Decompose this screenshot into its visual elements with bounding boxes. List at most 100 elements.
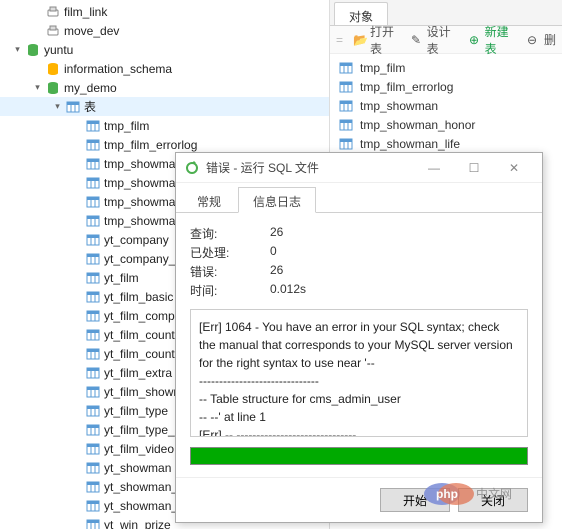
table-icon — [65, 99, 81, 115]
expand-icon[interactable] — [32, 63, 43, 74]
tree-label: move_dev — [64, 24, 119, 38]
error-line: -- --' at line 1 — [199, 408, 519, 426]
list-item[interactable]: tmp_showman_honor — [334, 115, 558, 134]
expand-icon[interactable] — [72, 291, 83, 302]
tree-label: yt_film — [104, 271, 139, 285]
expand-icon[interactable] — [32, 25, 43, 36]
stat-label: 已处理: — [190, 244, 270, 261]
expand-icon[interactable] — [32, 6, 43, 17]
expand-icon[interactable]: ▾ — [32, 82, 43, 93]
tab-general[interactable]: 常规 — [182, 187, 236, 212]
design-table-button[interactable]: ✎设计表 — [411, 23, 459, 57]
stat-label: 错误: — [190, 263, 270, 280]
table-icon — [85, 194, 101, 210]
tree-row[interactable]: ▾ my_demo — [0, 78, 329, 97]
maximize-button[interactable]: ☐ — [454, 154, 494, 182]
table-icon — [85, 479, 101, 495]
list-item-label: tmp_showman_life — [360, 137, 460, 151]
tree-label: yt_showman — [104, 461, 171, 475]
table-icon — [85, 270, 101, 286]
delete-icon: ⊖ — [527, 33, 541, 47]
table-icon — [85, 422, 101, 438]
table-icon — [85, 175, 101, 191]
dialog-title: 错误 - 运行 SQL 文件 — [206, 159, 414, 176]
expand-icon[interactable]: ▾ — [52, 101, 63, 112]
table-icon — [85, 384, 101, 400]
expand-icon[interactable] — [72, 386, 83, 397]
tree-row[interactable]: ▾ yuntu — [0, 40, 329, 59]
expand-icon[interactable] — [72, 519, 83, 529]
list-item-label: tmp_film — [360, 61, 405, 75]
error-line: ------------------------------ — [199, 372, 519, 390]
error-log-box[interactable]: [Err] 1064 - You have an error in your S… — [190, 309, 528, 437]
stat-label: 查询: — [190, 225, 270, 242]
expand-icon[interactable] — [72, 272, 83, 283]
list-item[interactable]: tmp_showman — [334, 96, 558, 115]
error-line: [Err] 1064 - You have an error in your S… — [199, 318, 519, 372]
expand-icon[interactable] — [72, 196, 83, 207]
expand-icon[interactable] — [72, 367, 83, 378]
expand-icon[interactable] — [72, 500, 83, 511]
expand-icon[interactable] — [72, 234, 83, 245]
stat-value: 26 — [270, 225, 528, 242]
table-icon — [85, 289, 101, 305]
watermark: php中文网 — [422, 480, 532, 511]
tree-row[interactable]: film_link — [0, 2, 329, 21]
error-dialog: 错误 - 运行 SQL 文件 — ☐ ✕ 常规 信息日志 查询:26 已处理:0… — [175, 152, 543, 523]
expand-icon[interactable] — [72, 481, 83, 492]
minimize-button[interactable]: — — [414, 154, 454, 182]
expand-icon[interactable] — [72, 158, 83, 169]
expand-icon[interactable] — [72, 253, 83, 264]
table-icon — [338, 60, 354, 76]
stats-grid: 查询:26 已处理:0 错误:26 时间:0.012s — [190, 225, 528, 299]
list-item-label: tmp_showman — [360, 99, 438, 113]
open-table-button[interactable]: 📂打开表 — [353, 23, 401, 57]
tree-row[interactable]: tmp_film — [0, 116, 329, 135]
expand-icon[interactable] — [72, 310, 83, 321]
table-icon — [338, 98, 354, 114]
tree-label: yt_film_basic — [104, 290, 173, 304]
expand-icon[interactable]: ▾ — [12, 44, 23, 55]
progress-bar — [190, 447, 528, 465]
expand-icon[interactable] — [72, 120, 83, 131]
table-icon — [85, 308, 101, 324]
table-icon — [338, 79, 354, 95]
expand-icon[interactable] — [72, 424, 83, 435]
tree-row[interactable]: ▾表 — [0, 97, 329, 116]
error-line: -- Table structure for cms_admin_user — [199, 390, 519, 408]
stat-value: 26 — [270, 263, 528, 280]
expand-icon[interactable] — [72, 462, 83, 473]
expand-icon[interactable] — [72, 405, 83, 416]
delete-table-button[interactable]: ⊖删 — [527, 31, 556, 48]
open-icon: 📂 — [353, 33, 367, 47]
tree-label: my_demo — [64, 81, 117, 95]
link-icon — [45, 4, 61, 20]
tree-row[interactable]: move_dev — [0, 21, 329, 40]
plus-icon: ⊕ — [469, 33, 482, 47]
expand-icon[interactable] — [72, 139, 83, 150]
table-icon — [85, 327, 101, 343]
list-item[interactable]: tmp_film — [334, 58, 558, 77]
table-icon — [85, 251, 101, 267]
expand-icon[interactable] — [72, 329, 83, 340]
table-icon — [85, 460, 101, 476]
table-icon — [338, 117, 354, 133]
tab-info-log[interactable]: 信息日志 — [238, 187, 316, 213]
new-table-button[interactable]: ⊕新建表 — [469, 23, 517, 57]
tree-row[interactable]: information_schema — [0, 59, 329, 78]
tree-label: 表 — [84, 98, 96, 115]
expand-icon[interactable] — [72, 177, 83, 188]
tree-label: yuntu — [44, 43, 73, 57]
table-icon — [85, 156, 101, 172]
dialog-titlebar[interactable]: 错误 - 运行 SQL 文件 — ☐ ✕ — [176, 153, 542, 183]
expand-icon[interactable] — [72, 215, 83, 226]
expand-icon[interactable] — [72, 348, 83, 359]
close-button[interactable]: ✕ — [494, 154, 534, 182]
list-item[interactable]: tmp_film_errorlog — [334, 77, 558, 96]
expand-icon[interactable] — [72, 443, 83, 454]
svg-text:中文网: 中文网 — [476, 486, 512, 501]
toolbar: = 📂打开表 ✎设计表 ⊕新建表 ⊖删 — [330, 26, 562, 54]
table-icon — [85, 403, 101, 419]
link-icon — [45, 23, 61, 39]
list-item[interactable]: tmp_showman_life — [334, 134, 558, 153]
